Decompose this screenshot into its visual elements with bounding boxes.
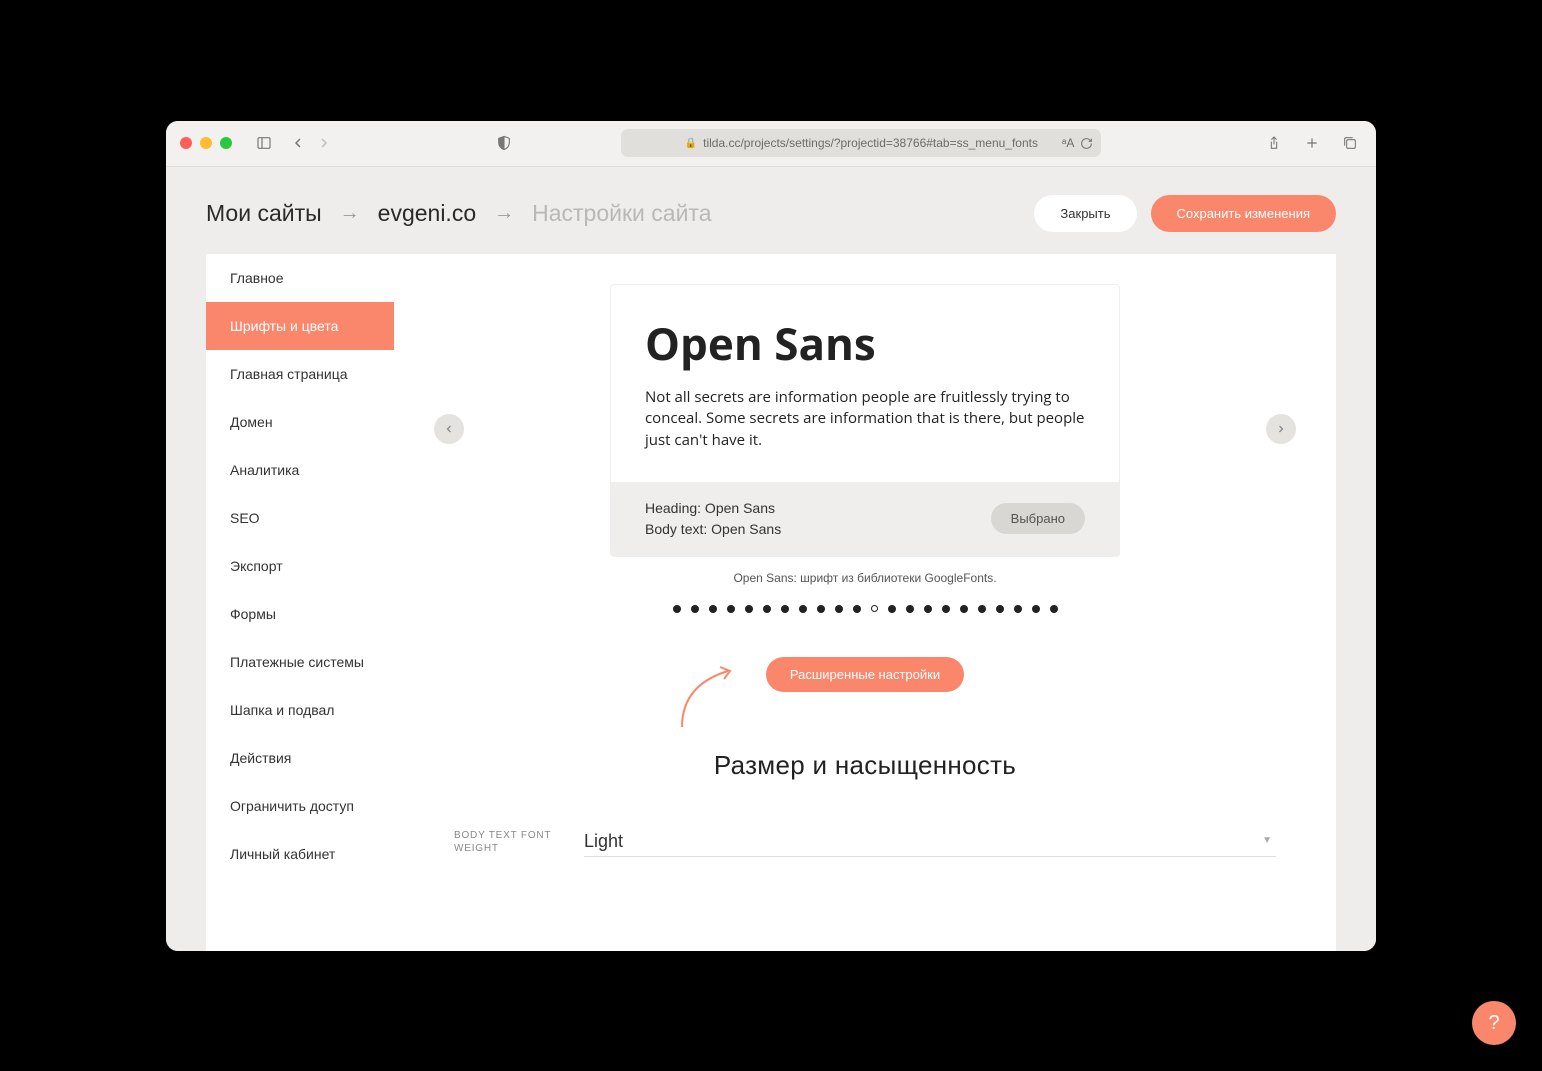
breadcrumb: Мои сайты → evgeni.co → Настройки сайта — [206, 200, 712, 227]
carousel-dot[interactable] — [888, 605, 896, 613]
save-button[interactable]: Сохранить изменения — [1151, 195, 1337, 232]
carousel-dot[interactable] — [763, 605, 771, 613]
carousel-dot[interactable] — [1014, 605, 1022, 613]
sidebar-item-account[interactable]: Личный кабинет — [206, 830, 394, 878]
breadcrumb-my-sites[interactable]: Мои сайты — [206, 200, 322, 227]
carousel-prev-button[interactable] — [434, 414, 464, 444]
sidebar-toggle-icon[interactable] — [252, 131, 276, 155]
reader-icon[interactable]: ᵃA — [1062, 136, 1074, 150]
close-button[interactable]: Закрыть — [1034, 195, 1136, 232]
app-header: Мои сайты → evgeni.co → Настройки сайта … — [166, 167, 1376, 254]
carousel-dot[interactable] — [978, 605, 986, 613]
breadcrumb-arrow-icon: → — [494, 202, 514, 225]
traffic-lights — [180, 137, 232, 149]
sidebar-item-restrict[interactable]: Ограничить доступ — [206, 782, 394, 830]
font-title: Open Sans — [645, 313, 1085, 373]
sidebar-item-domain[interactable]: Домен — [206, 398, 394, 446]
app-content: Мои сайты → evgeni.co → Настройки сайта … — [166, 167, 1376, 951]
carousel-dot[interactable] — [871, 605, 878, 612]
nav-arrows — [286, 131, 336, 155]
window-zoom-icon[interactable] — [220, 137, 232, 149]
select-value: Light — [584, 831, 1276, 852]
section-title: Размер и насыщенность — [444, 750, 1286, 781]
carousel-dot[interactable] — [799, 605, 807, 613]
sidebar-item-header-footer[interactable]: Шапка и подвал — [206, 686, 394, 734]
header-actions: Закрыть Сохранить изменения — [1034, 195, 1336, 232]
chevron-left-icon — [443, 423, 455, 435]
font-card-footer: Heading: Open Sans Body text: Open Sans … — [611, 482, 1119, 556]
carousel-dot[interactable] — [745, 605, 753, 613]
breadcrumb-arrow-icon: → — [340, 202, 360, 225]
carousel-dot[interactable] — [960, 605, 968, 613]
carousel-dot[interactable] — [691, 605, 699, 613]
chevron-down-icon: ▼ — [1262, 835, 1272, 846]
new-tab-icon[interactable] — [1300, 131, 1324, 155]
carousel-dot[interactable] — [853, 605, 861, 613]
carousel-dot[interactable] — [727, 605, 735, 613]
carousel-dot[interactable] — [1032, 605, 1040, 613]
carousel-dots — [444, 605, 1286, 613]
sidebar-item-forms[interactable]: Формы — [206, 590, 394, 638]
carousel-dot[interactable] — [906, 605, 914, 613]
carousel-dot[interactable] — [942, 605, 950, 613]
carousel-dot[interactable] — [835, 605, 843, 613]
tabs-overview-icon[interactable] — [1338, 131, 1362, 155]
font-sample-text: Not all secrets are information people a… — [645, 387, 1085, 452]
back-button[interactable] — [286, 131, 310, 155]
font-info: Heading: Open Sans Body text: Open Sans — [645, 498, 781, 540]
font-body-line: Body text: Open Sans — [645, 519, 781, 540]
selected-chip: Выбрано — [991, 503, 1085, 534]
carousel-dot[interactable] — [996, 605, 1004, 613]
carousel-dot[interactable] — [924, 605, 932, 613]
sidebar-item-fonts-colors[interactable]: Шрифты и цвета — [206, 302, 394, 350]
carousel-dot[interactable] — [1050, 605, 1058, 613]
main-panel: Open Sans Not all secrets are informatio… — [394, 254, 1336, 951]
url-bar[interactable]: 🔒 tilda.cc/projects/settings/?projectid=… — [621, 129, 1101, 157]
carousel-dot[interactable] — [709, 605, 717, 613]
browser-chrome: 🔒 tilda.cc/projects/settings/?projectid=… — [166, 121, 1376, 167]
sidebar-item-actions[interactable]: Действия — [206, 734, 394, 782]
forward-button[interactable] — [312, 131, 336, 155]
sidebar-item-main[interactable]: Главное — [206, 254, 394, 302]
carousel-dot[interactable] — [817, 605, 825, 613]
font-caption: Open Sans: шрифт из библиотеки GoogleFon… — [444, 571, 1286, 585]
advanced-settings-row: Расширенные настройки — [444, 657, 1286, 692]
privacy-shield-icon[interactable] — [492, 131, 516, 155]
breadcrumb-current: Настройки сайта — [532, 200, 711, 227]
window-minimize-icon[interactable] — [200, 137, 212, 149]
font-preview-card: Open Sans Not all secrets are informatio… — [610, 284, 1120, 557]
body-weight-field: BODY TEXT FONT WEIGHT Light ▼ — [444, 827, 1286, 867]
sidebar-item-seo[interactable]: SEO — [206, 494, 394, 542]
window-close-icon[interactable] — [180, 137, 192, 149]
sidebar-item-export[interactable]: Экспорт — [206, 542, 394, 590]
advanced-settings-button[interactable]: Расширенные настройки — [766, 657, 964, 692]
lock-icon: 🔒 — [685, 138, 697, 149]
url-text: tilda.cc/projects/settings/?projectid=38… — [703, 136, 1038, 150]
chevron-right-icon — [1275, 423, 1287, 435]
browser-window: 🔒 tilda.cc/projects/settings/?projectid=… — [166, 121, 1376, 951]
share-icon[interactable] — [1262, 131, 1286, 155]
sidebar-item-payments[interactable]: Платежные системы — [206, 638, 394, 686]
font-heading-line: Heading: Open Sans — [645, 498, 781, 519]
sidebar-item-homepage[interactable]: Главная страница — [206, 350, 394, 398]
body-weight-select[interactable]: Light ▼ — [584, 827, 1276, 857]
carousel-next-button[interactable] — [1266, 414, 1296, 444]
carousel-dot[interactable] — [673, 605, 681, 613]
carousel-dot[interactable] — [781, 605, 789, 613]
settings-sidebar: Главное Шрифты и цвета Главная страница … — [206, 254, 394, 951]
breadcrumb-project[interactable]: evgeni.co — [378, 200, 476, 227]
app-body: Главное Шрифты и цвета Главная страница … — [206, 254, 1336, 951]
font-card-preview: Open Sans Not all secrets are informatio… — [611, 285, 1119, 482]
reload-icon[interactable] — [1080, 137, 1093, 150]
font-carousel: Open Sans Not all secrets are informatio… — [444, 284, 1286, 557]
field-label: BODY TEXT FONT WEIGHT — [454, 829, 564, 855]
sidebar-item-analytics[interactable]: Аналитика — [206, 446, 394, 494]
pointer-arrow-icon — [674, 665, 744, 735]
